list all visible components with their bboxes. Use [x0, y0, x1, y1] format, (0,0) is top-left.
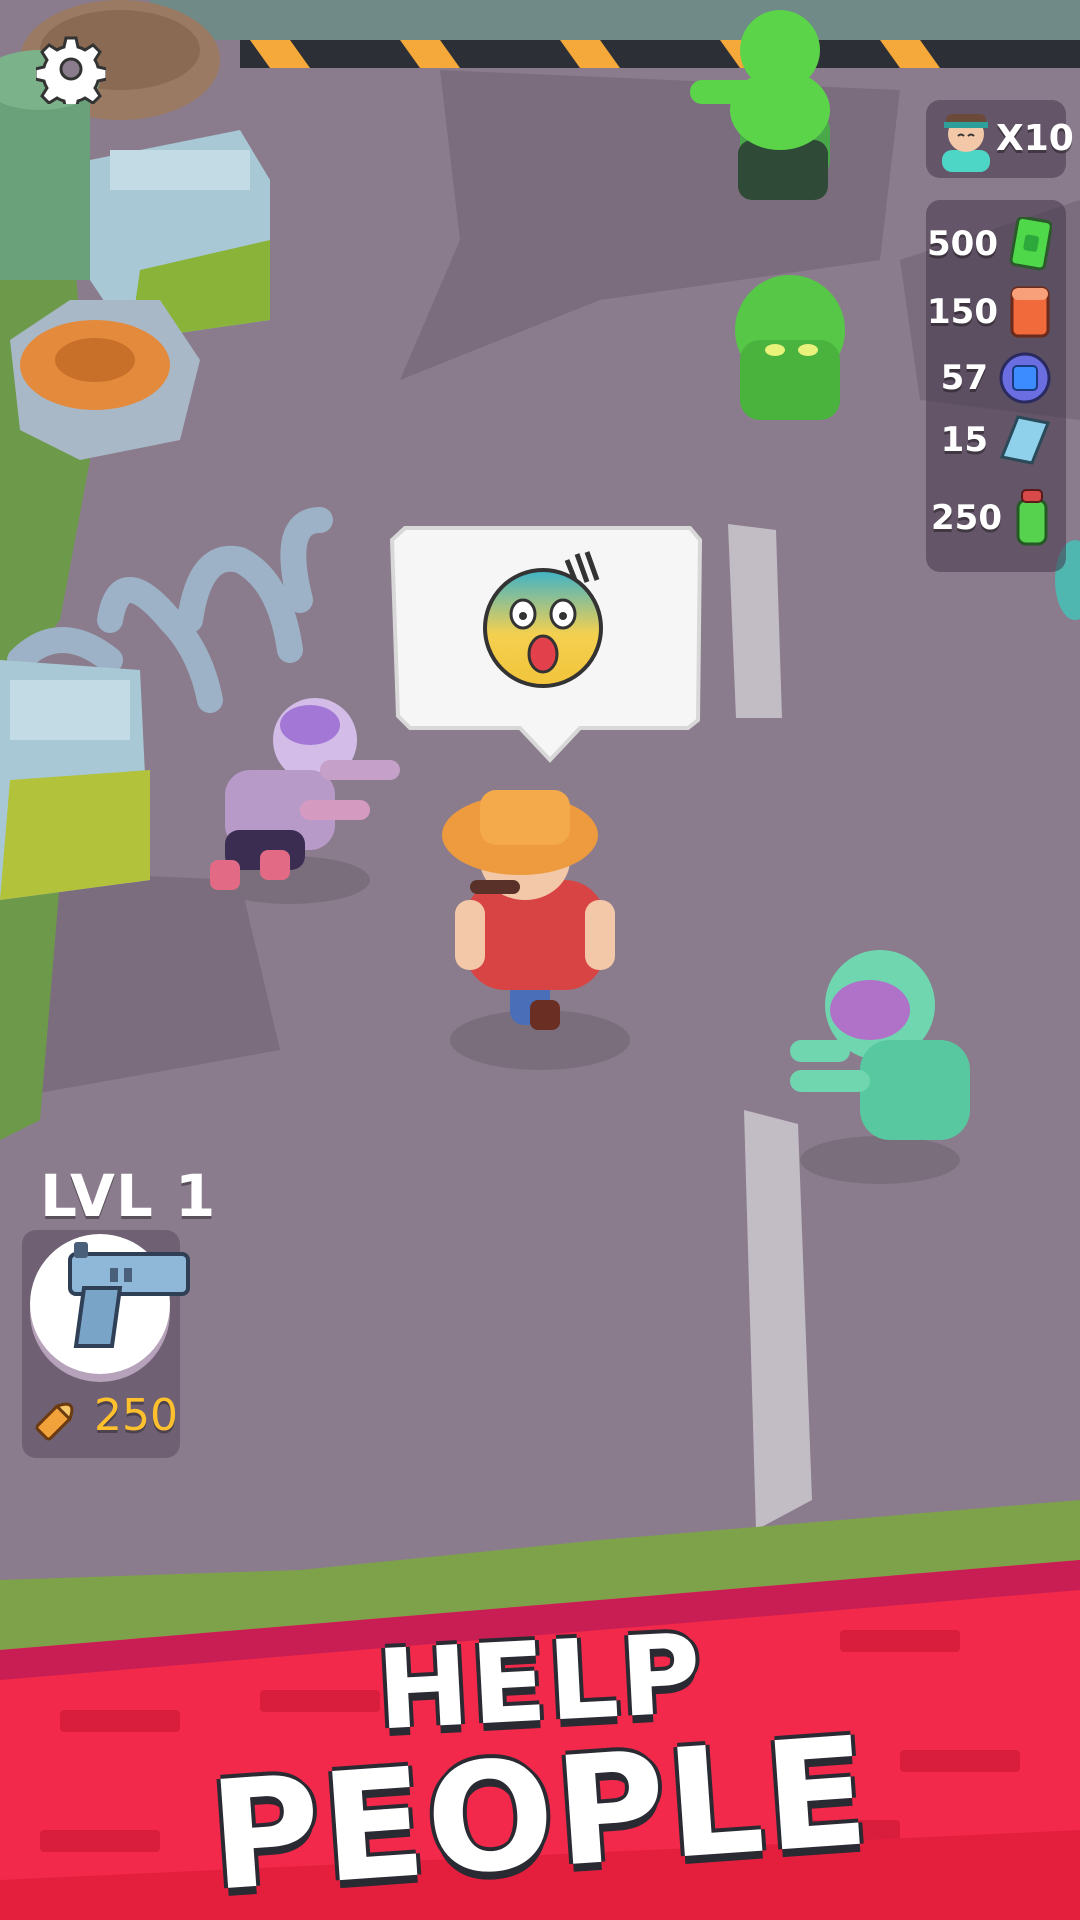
glass-icon	[999, 415, 1051, 465]
game-scene[interactable]: X10 500 150 57 15 250 LVL 1 250 HELP PEO…	[0, 0, 1080, 1920]
resource-panel: 500 150 57 15 250	[926, 200, 1066, 572]
weapon-button[interactable]	[30, 1234, 190, 1374]
survivor-icon	[942, 114, 990, 172]
settings-button[interactable]	[33, 34, 109, 112]
gear-icon	[33, 36, 109, 112]
scared-face-icon	[483, 551, 603, 688]
resource-cash-value: 500	[927, 224, 998, 264]
brick-icon	[1010, 286, 1050, 338]
resource-potion-value: 250	[931, 498, 1002, 538]
hazard-stripe	[240, 40, 1080, 68]
resource-cash: 500	[927, 214, 1052, 274]
resource-chip: 57	[941, 348, 1052, 408]
resource-glass-value: 15	[940, 420, 988, 460]
bullet-icon	[35, 1402, 74, 1441]
crate-prop-2	[0, 660, 150, 900]
gear-scrap-prop	[10, 300, 200, 460]
resource-brick: 150	[927, 282, 1052, 342]
resource-glass: 15	[941, 410, 1052, 470]
pistol-icon	[68, 1242, 190, 1348]
resource-potion: 250	[931, 488, 1052, 548]
chip-icon	[999, 352, 1051, 404]
ammo-count: 250	[94, 1390, 178, 1441]
resource-chip-value: 57	[940, 358, 988, 398]
people-counter: X10	[926, 100, 1074, 178]
resource-brick-value: 150	[927, 292, 998, 332]
weapon-level: LVL 1	[40, 1162, 217, 1230]
potion-icon	[1016, 489, 1048, 546]
people-count: X10	[996, 118, 1074, 159]
cash-icon	[1009, 217, 1052, 271]
zombie-green-mid	[735, 275, 845, 420]
